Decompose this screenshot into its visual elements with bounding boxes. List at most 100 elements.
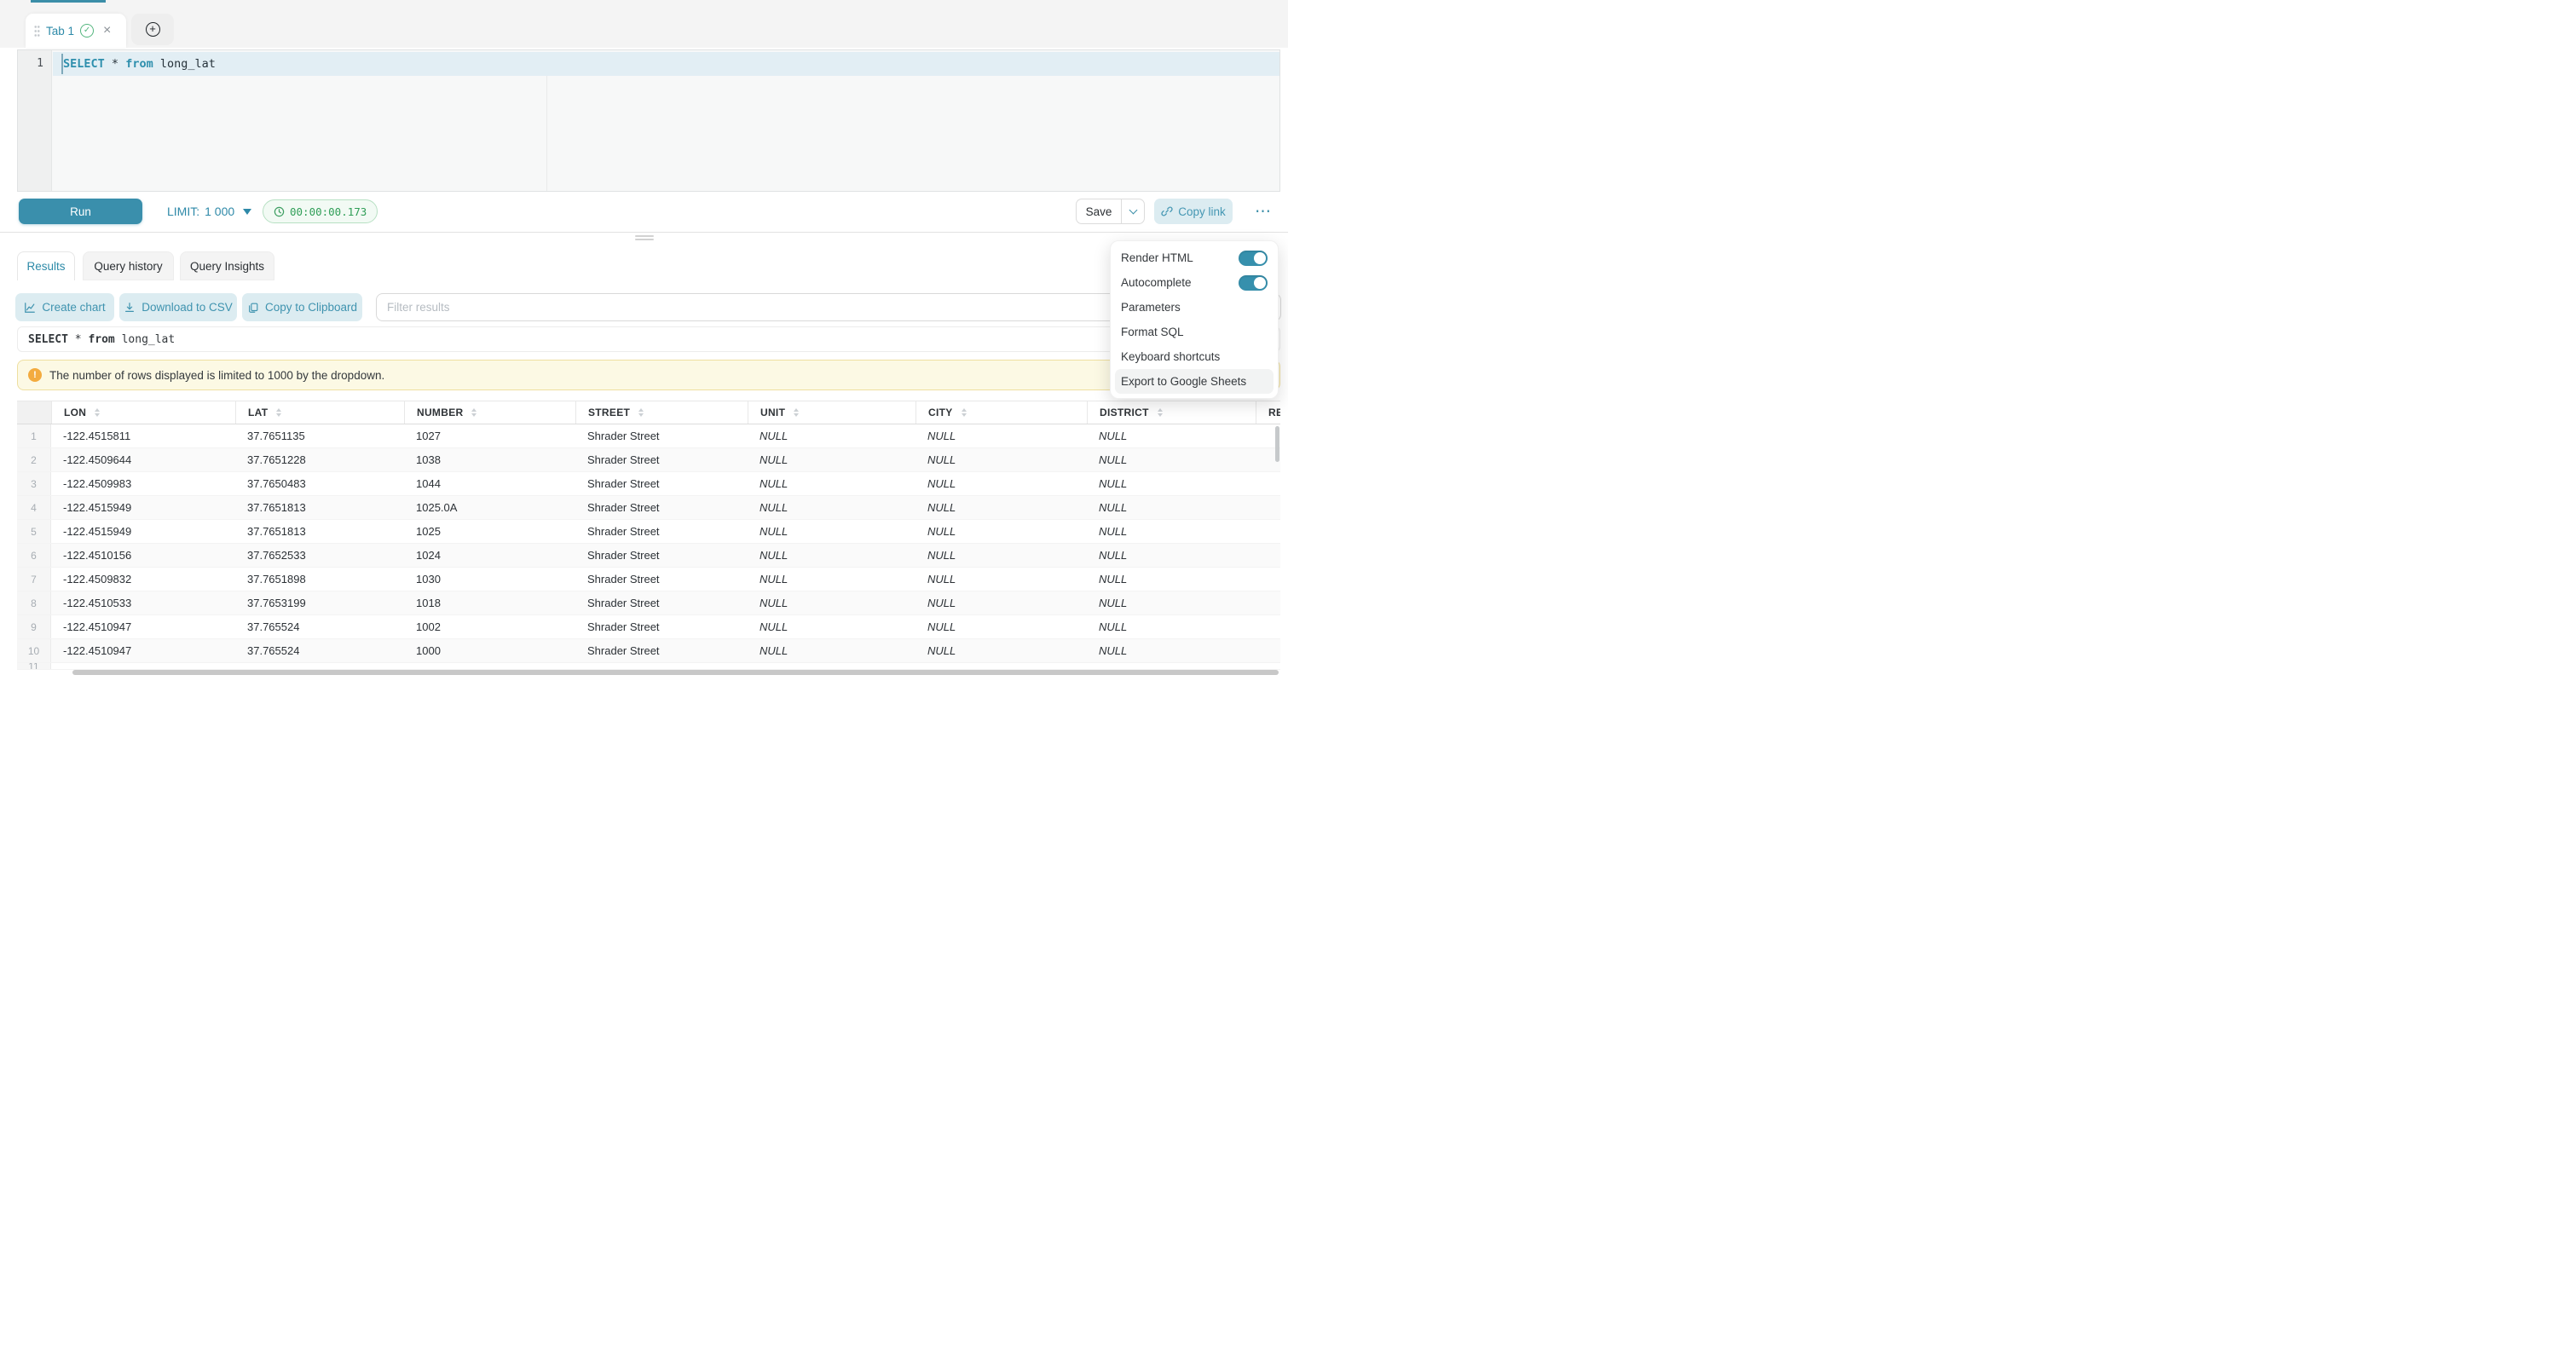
save-options-button[interactable]: [1121, 199, 1145, 224]
cell-district: NULL: [1087, 568, 1256, 591]
cell-number: 1030: [404, 568, 575, 591]
cell-lat: 37.7654555: [235, 663, 404, 669]
cell-number: 1027: [404, 424, 575, 447]
cell-street: Shrader Street: [575, 663, 748, 669]
cell-district: NULL: [1087, 663, 1256, 669]
row-number: 7: [17, 568, 51, 591]
sort-icon[interactable]: [276, 408, 281, 417]
menu-item-render-html[interactable]: Render HTML: [1111, 245, 1278, 270]
row-number: 8: [17, 591, 51, 614]
cell-unit: NULL: [748, 472, 915, 495]
more-options-button[interactable]: ⋯: [1246, 199, 1280, 224]
table-body: 1-122.451581137.76511351027Shrader Stree…: [17, 424, 1280, 670]
cell-unit: NULL: [748, 663, 915, 669]
download-csv-label: Download to CSV: [142, 301, 233, 314]
column-header-city[interactable]: CITY: [915, 401, 1087, 424]
sort-icon[interactable]: [471, 408, 477, 417]
sql-code-line[interactable]: SELECT * from long_lat: [63, 52, 216, 76]
sql-star: *: [112, 57, 118, 71]
row-number: 9: [17, 615, 51, 638]
menu-item-autocomplete[interactable]: Autocomplete: [1111, 270, 1278, 295]
add-tab-button[interactable]: +: [131, 14, 174, 45]
limit-dropdown[interactable]: LIMIT: 1 000: [167, 199, 251, 224]
sort-icon[interactable]: [1158, 408, 1163, 417]
executed-query-display: SELECT * from long_lat: [17, 326, 1280, 352]
progress-bar: [31, 0, 106, 3]
sql-editor-app: Tab 1 ✓ × + 1 SELECT * from long_lat Run…: [0, 0, 1288, 675]
horizontal-scrollbar[interactable]: [72, 670, 1279, 675]
sort-icon[interactable]: [794, 408, 799, 417]
menu-item-keyboard-shortcuts[interactable]: Keyboard shortcuts: [1111, 344, 1278, 369]
column-header-unit[interactable]: UNIT: [748, 401, 915, 424]
echo-star: *: [75, 333, 82, 346]
toggle-knob: [1254, 277, 1266, 289]
copy-link-button[interactable]: Copy link: [1154, 199, 1233, 224]
toggle-switch[interactable]: [1239, 275, 1268, 291]
column-header-lat[interactable]: LAT: [235, 401, 404, 424]
cell-city: NULL: [915, 448, 1087, 471]
table-row: 6-122.451015637.76525331024Shrader Stree…: [17, 544, 1280, 568]
cell-lat: 37.7651813: [235, 520, 404, 543]
warning-icon: !: [28, 368, 42, 382]
tab-query-history[interactable]: Query history: [83, 251, 174, 280]
toggle-switch[interactable]: [1239, 251, 1268, 266]
row-number: 2: [17, 448, 51, 471]
menu-item-export-to-google-sheets[interactable]: Export to Google Sheets: [1115, 369, 1274, 394]
timer-value: 00:00:00.173: [290, 205, 367, 218]
cell-lon: -122.4515949: [51, 496, 235, 519]
copy-clipboard-button[interactable]: Copy to Clipboard: [242, 293, 362, 321]
cell-unit: NULL: [748, 544, 915, 567]
close-icon[interactable]: ×: [103, 24, 111, 38]
query-timer-badge: 00:00:00.173: [263, 199, 378, 223]
tab-label: Tab 1: [46, 25, 74, 38]
create-chart-button[interactable]: Create chart: [15, 293, 114, 321]
cell-lon: -122.4510156: [51, 544, 235, 567]
menu-item-format-sql[interactable]: Format SQL: [1111, 320, 1278, 344]
cell-street: Shrader Street: [575, 448, 748, 471]
resize-handle[interactable]: [635, 235, 654, 237]
resize-handle[interactable]: [635, 239, 654, 240]
copy-clipboard-label: Copy to Clipboard: [265, 301, 357, 314]
drag-dots-icon[interactable]: [34, 25, 40, 37]
tab-query-insights[interactable]: Query Insights: [180, 251, 274, 280]
cell-street: Shrader Street: [575, 544, 748, 567]
active-line-highlight: [53, 52, 1279, 76]
sort-icon[interactable]: [962, 408, 967, 417]
column-header-re[interactable]: RE: [1256, 401, 1280, 424]
column-header-street[interactable]: STREET: [575, 401, 748, 424]
check-circle-icon: ✓: [80, 24, 94, 38]
cell-unit: NULL: [748, 496, 915, 519]
more-menu: Render HTMLAutocompleteParametersFormat …: [1110, 240, 1279, 399]
tab-1[interactable]: Tab 1 ✓ ×: [26, 14, 126, 48]
menu-item-parameters[interactable]: Parameters: [1111, 295, 1278, 320]
column-header-district[interactable]: DISTRICT: [1087, 401, 1256, 424]
column-header-number[interactable]: NUMBER: [404, 401, 575, 424]
cell-lon: -122.4510533: [51, 591, 235, 614]
tab-results[interactable]: Results: [17, 251, 75, 280]
download-csv-button[interactable]: Download to CSV: [119, 293, 237, 321]
table-header-row: LONLATNUMBERSTREETUNITCITYDISTRICTRE: [17, 401, 1280, 424]
cell-street: Shrader Street: [575, 472, 748, 495]
cell-number: 1025: [404, 520, 575, 543]
row-number: 4: [17, 496, 51, 519]
save-split-button: Save: [1076, 199, 1145, 224]
cell-unit: NULL: [748, 568, 915, 591]
cell-district: NULL: [1087, 496, 1256, 519]
sort-icon[interactable]: [638, 408, 644, 417]
table-row: 4-122.451594937.76518131025.0AShrader St…: [17, 496, 1280, 520]
cell-lon: -122.4510947: [51, 639, 235, 662]
save-button[interactable]: Save: [1076, 199, 1121, 224]
column-header-lon[interactable]: LON: [51, 401, 235, 424]
run-button[interactable]: Run: [19, 199, 142, 224]
vertical-scrollbar[interactable]: [1275, 426, 1279, 462]
editor-pane-divider: [546, 76, 547, 191]
sql-editor[interactable]: 1 SELECT * from long_lat: [17, 49, 1280, 192]
cell-lon: -122.4515811: [51, 424, 235, 447]
cell-lon: -122.4509644: [51, 448, 235, 471]
echo-keyword-from: from: [88, 333, 114, 346]
cell-city: NULL: [915, 544, 1087, 567]
cell-street: Shrader Street: [575, 615, 748, 638]
sort-icon[interactable]: [95, 408, 100, 417]
cell-number: 1002: [404, 615, 575, 638]
cell-lon: -122.4510923: [51, 663, 235, 669]
